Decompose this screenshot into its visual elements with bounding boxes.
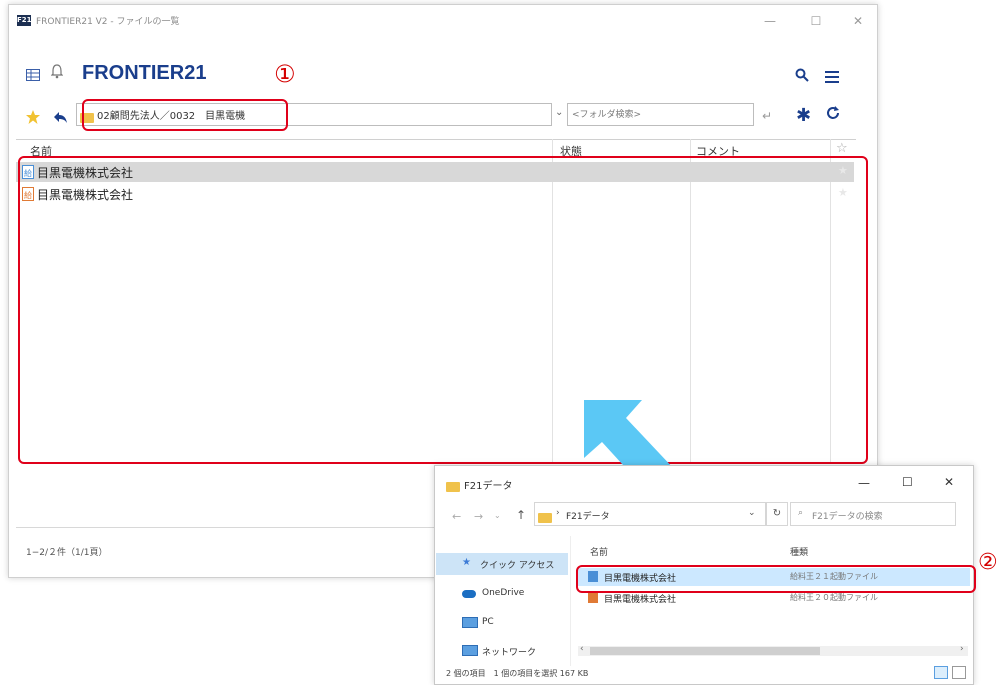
highlight-path [82,99,288,131]
window-title: FRONTIER21 V2 - ファイルの一覧 [36,17,180,27]
explorer-title: F21データ [464,481,513,492]
column-header-type[interactable]: 種類 [790,545,808,558]
callout-1: ① [274,60,296,88]
file-icon-orange [588,592,598,603]
folder-search-placeholder: <フォルダ検索> [572,110,642,120]
explorer-minimize-button[interactable]: — [858,476,870,490]
bell-icon[interactable] [50,63,64,83]
asterisk-icon[interactable]: ✱ [796,105,811,126]
page-footer: 1−2/２件（1/1頁） [26,548,108,558]
magnifier-icon: ⌕ [798,508,804,518]
nav-item-pc[interactable]: PC [482,617,494,627]
enter-icon[interactable]: ↵ [762,109,772,123]
star-icon[interactable] [26,109,40,128]
path-dropdown-chevron-icon[interactable]: ⌄ [555,107,563,118]
up-arrow-icon[interactable]: ↑ [516,508,526,522]
brand-title: FRONTIER21 [82,62,207,84]
scrollbar-thumb[interactable] [590,647,820,655]
folder-icon [538,513,552,523]
nav-item-onedrive[interactable]: OneDrive [482,588,524,598]
highlight-explorer-file [576,565,976,593]
pin-icon: ★ [462,557,471,568]
explorer-search-placeholder: F21データの検索 [812,512,883,522]
refresh-icon[interactable] [826,105,840,124]
explorer-maximize-button[interactable]: ☐ [902,475,913,489]
thumbnail-view-icon[interactable] [952,666,966,679]
grid-icon[interactable] [26,66,40,85]
forward-arrow-icon[interactable]: → [474,510,483,523]
back-icon[interactable] [54,109,68,128]
callout-2: ② [978,550,998,575]
search-icon[interactable] [795,67,809,86]
pc-icon [462,617,478,628]
nav-item-quick-access[interactable]: クイック アクセス [480,558,554,571]
refresh-icon[interactable]: ↻ [766,502,788,526]
explorer-close-button[interactable]: ✕ [944,475,954,489]
breadcrumb[interactable]: F21データ [566,509,610,522]
favorite-header-icon[interactable]: ☆ [836,141,848,156]
network-icon [462,645,478,656]
recent-chevron-icon[interactable]: ⌄ [494,511,501,520]
minimize-button[interactable]: — [757,11,783,31]
folder-icon [446,482,460,492]
app-icon: F21 [17,15,32,26]
close-button[interactable]: ✕ [845,11,871,31]
explorer-file-name: 目黒電機株式会社 [604,595,677,605]
address-chevron-icon[interactable]: ⌄ [748,508,756,518]
explorer-file-type: 給料王２０起動ファイル [790,593,878,602]
cloud-icon [462,590,476,598]
maximize-button[interactable]: ☐ [803,11,829,31]
column-header-name[interactable]: 名前 [590,545,608,558]
nav-item-network[interactable]: ネットワーク [482,645,536,658]
back-arrow-icon[interactable]: ← [452,510,461,523]
details-view-icon[interactable] [934,666,948,679]
highlight-file-list [18,156,868,464]
explorer-status: 2 個の項目 1 個の項目を選択 167 KB [446,669,589,678]
menu-icon[interactable] [825,68,839,87]
